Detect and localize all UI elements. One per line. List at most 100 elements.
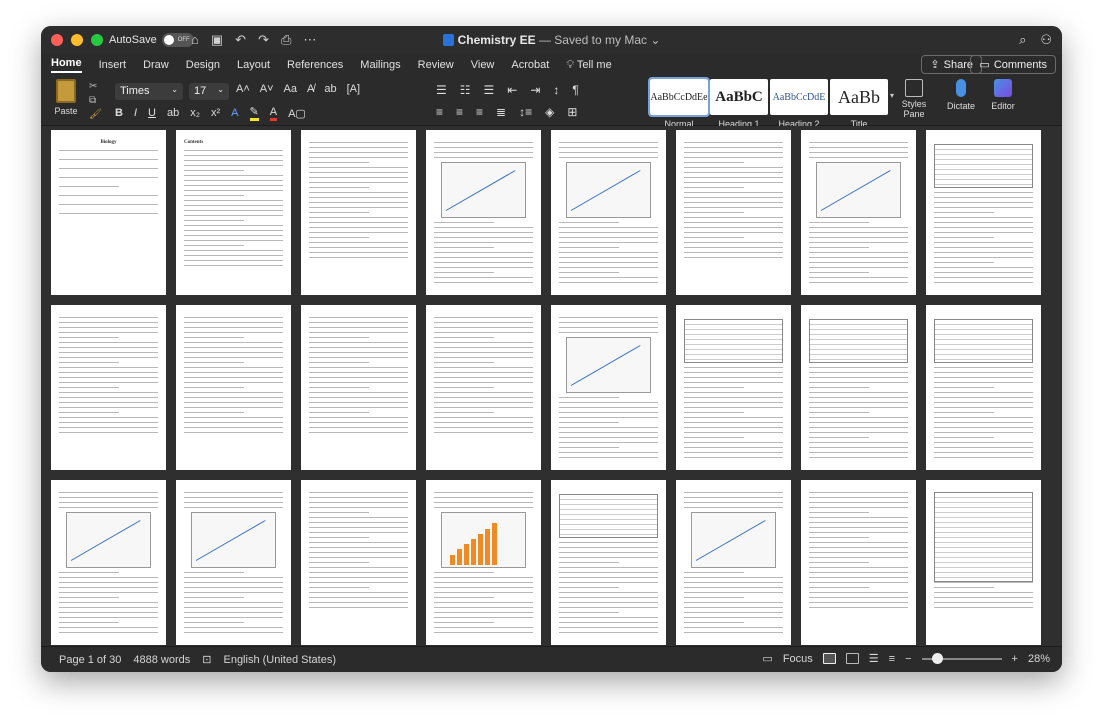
comments-button[interactable]: ▭ Comments [970,55,1056,74]
text-effects-icon[interactable]: A [231,107,238,119]
document-page[interactable] [301,305,416,470]
style-normal[interactable]: AaBbCcDdEe Normal [648,77,710,129]
multilevel-list-icon[interactable]: ☰ [484,83,495,97]
styles-gallery-expand[interactable]: ▾ [890,79,900,115]
document-page[interactable] [426,480,541,645]
focus-label[interactable]: Focus [783,653,813,665]
format-painter-icon[interactable]: 🖌︎ [89,109,102,120]
align-left-icon[interactable]: ≡ [436,105,443,119]
grow-font-icon[interactable]: A˄ [236,83,250,95]
document-page[interactable] [676,305,791,470]
shading-icon[interactable]: A▢ [288,107,306,120]
tab-mailings[interactable]: Mailings [360,59,400,71]
tab-draw[interactable]: Draw [143,59,169,71]
line-spacing-icon[interactable]: ↕≡ [519,105,532,119]
bullets-icon[interactable]: ☰ [436,83,447,97]
zoom-out-icon[interactable]: − [905,653,911,665]
italic-icon[interactable]: I [134,107,137,119]
shrink-font-icon[interactable]: A˅ [260,83,274,95]
styles-pane-button[interactable]: Styles Pane [900,79,928,119]
tab-home[interactable]: Home [51,57,82,73]
paste-button[interactable]: Paste [51,79,81,123]
align-center-icon[interactable]: ≡ [456,105,463,119]
draft-view-icon[interactable]: ≡ [889,653,895,665]
zoom-slider[interactable] [921,652,1002,664]
tab-insert[interactable]: Insert [99,59,127,71]
document-page[interactable] [801,130,916,295]
change-case-icon[interactable]: Aa [284,83,297,95]
web-layout-icon[interactable] [845,653,859,664]
document-page[interactable] [301,480,416,645]
borders-icon[interactable]: ⊞ [567,105,577,119]
justify-icon[interactable]: ≣ [496,105,506,119]
font-name-select[interactable]: Times ⌄ [115,83,183,100]
tab-acrobat[interactable]: Acrobat [511,59,549,71]
text-line [309,527,408,528]
search-icon[interactable]: ⌕ [1019,32,1026,48]
word-count[interactable]: 4888 words [133,654,190,666]
sort-icon[interactable]: ↕ [553,83,559,97]
document-page[interactable] [551,480,666,645]
tab-tell-me[interactable]: 💡︎ Tell me [566,59,611,72]
font-color-icon[interactable]: A [269,106,278,121]
print-layout-icon[interactable] [822,653,836,664]
cut-icon[interactable]: ✂ [89,81,97,92]
tab-view[interactable]: View [471,59,495,71]
language[interactable]: English (United States) [223,654,336,666]
document-page[interactable] [176,305,291,470]
tab-review[interactable]: Review [418,59,454,71]
font-size-select[interactable]: 17 ⌄ [189,83,229,100]
save-status[interactable]: — Saved to my Mac ⌄ [536,33,660,47]
superscript-icon[interactable]: x² [211,107,220,119]
phonetic-guide-icon[interactable]: ab [324,83,336,95]
tab-layout[interactable]: Layout [237,59,270,71]
paragraph-shading-icon[interactable]: ◈ [545,105,554,119]
bold-icon[interactable]: B [115,107,123,119]
character-border-icon[interactable]: [A] [347,83,360,95]
document-page[interactable] [51,480,166,645]
document-page[interactable] [301,130,416,295]
zoom-level[interactable]: 28% [1028,653,1050,665]
account-icon[interactable]: ⚇ [1040,32,1052,48]
zoom-slider-knob[interactable] [931,652,943,664]
document-page[interactable] [426,305,541,470]
highlight-icon[interactable]: ✎ [249,105,259,121]
document-page[interactable] [801,480,916,645]
proofing-icon[interactable]: ⊡ [202,653,211,666]
document-page[interactable] [51,305,166,470]
document-page[interactable] [926,480,1041,645]
align-right-icon[interactable]: ≡ [476,105,483,119]
document-page[interactable]: Contents [176,130,291,295]
tab-design[interactable]: Design [186,59,220,71]
document-page[interactable] [551,305,666,470]
document-page[interactable] [676,480,791,645]
numbering-icon[interactable]: ☷ [460,83,471,97]
underline-icon[interactable]: U [148,107,156,119]
editor-button[interactable]: Editor [987,79,1019,111]
document-page[interactable] [926,130,1041,295]
copy-icon[interactable]: ⧉ [89,95,96,106]
decrease-indent-icon[interactable]: ⇤ [507,83,517,97]
increase-indent-icon[interactable]: ⇥ [530,83,540,97]
document-page[interactable] [426,130,541,295]
document-page[interactable] [801,305,916,470]
document-page[interactable] [926,305,1041,470]
document-page[interactable] [676,130,791,295]
style-heading-1[interactable]: AaBbC Heading 1 [710,79,768,129]
style-title[interactable]: AaBb Title [830,79,888,129]
page-count[interactable]: Page 1 of 30 [59,654,121,666]
document-page[interactable]: Biology [51,130,166,295]
focus-icon[interactable]: ▭ [762,652,772,665]
clear-formatting-icon[interactable]: A̸ [307,83,314,95]
outline-view-icon[interactable]: ☰ [869,652,879,665]
document-canvas[interactable]: Biology Contents [41,126,1062,646]
dictate-button[interactable]: Dictate [945,79,977,111]
subscript-icon[interactable]: x₂ [190,107,200,119]
document-page[interactable] [551,130,666,295]
document-page[interactable] [176,480,291,645]
style-heading-2[interactable]: AaBbCcDdE Heading 2 [770,79,828,129]
tab-references[interactable]: References [287,59,343,71]
zoom-in-icon[interactable]: + [1012,653,1018,665]
strikethrough-icon[interactable]: ab [167,107,179,119]
show-marks-icon[interactable]: ¶ [572,83,578,97]
